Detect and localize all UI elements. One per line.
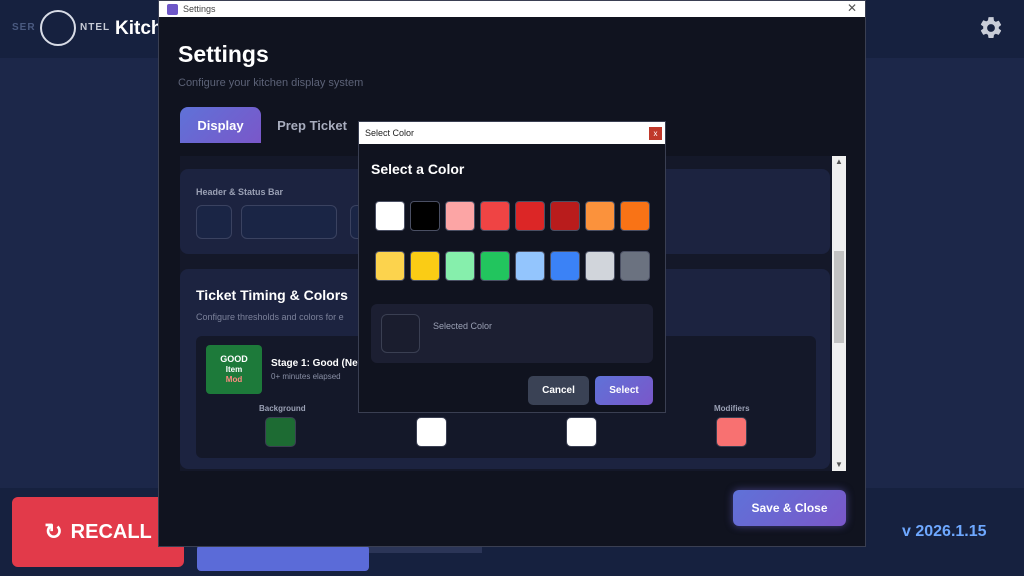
select-color-dialog: Select Color x Select a Color Selected C… [358,121,666,413]
window-title: Settings [183,4,216,14]
color-swatch[interactable] [375,201,405,231]
color-swatch[interactable] [515,251,545,281]
scrollbar-thumb[interactable] [834,251,844,343]
color-swatch[interactable] [375,251,405,281]
modifiers-color-swatch[interactable] [716,417,747,447]
scrollbar[interactable]: ▲ ▼ [832,156,846,471]
tab-display[interactable]: Display [180,107,261,143]
app-icon [167,3,178,15]
preview-status: GOOD [220,354,248,364]
color-swatch[interactable] [480,251,510,281]
card-label: Header & Status Bar [196,187,284,197]
footer-button[interactable] [197,545,369,571]
color-swatch[interactable] [445,201,475,231]
color-swatch[interactable] [585,251,615,281]
color-swatch[interactable] [196,205,232,239]
dialog-heading: Select a Color [371,161,465,177]
color-swatch[interactable] [241,205,337,239]
color-swatch[interactable] [620,201,650,231]
select-button[interactable]: Select [595,376,653,405]
stage-name: Stage 1: Good (Nev [271,358,364,369]
color-swatch[interactable] [515,201,545,231]
settings-titlebar: Settings ✕ [159,1,865,17]
refresh-icon: ↻ [44,519,63,544]
color-swatch[interactable] [550,251,580,281]
tab-prep-ticket[interactable]: Prep Ticket [269,107,355,143]
background-color-swatch[interactable] [265,417,296,447]
version-label: v 2026.1.15 [902,523,987,540]
color-swatch[interactable] [585,201,615,231]
stage-preview: GOOD Item Mod [206,345,262,394]
text-color-swatch[interactable] [416,417,447,447]
page-title: Settings [178,41,269,67]
color-swatch[interactable] [620,251,650,281]
logo-text: NTEL [80,22,111,33]
scroll-up-icon[interactable]: ▲ [832,156,846,168]
gear-icon[interactable] [978,15,1004,41]
color-swatch[interactable] [445,251,475,281]
globe-logo-icon [40,10,76,46]
color-swatch[interactable] [410,251,440,281]
selected-color-label: Selected Color [433,321,493,331]
card-title: Ticket Timing & Colors [196,287,348,303]
save-close-button[interactable]: Save & Close [733,490,846,526]
color-swatch[interactable] [550,201,580,231]
dialog-title: Select Color [365,128,415,138]
dialog-titlebar: Select Color x [359,122,665,144]
scroll-down-icon[interactable]: ▼ [832,459,846,471]
preview-mod: Mod [225,375,243,384]
logo-text: SER [12,22,36,33]
app-title: Kitch [115,18,163,39]
recall-label: RECALL [70,520,152,543]
color-swatch[interactable] [410,201,440,231]
swatch-label-background: Background [259,404,306,413]
card-subtitle: Configure thresholds and colors for e [196,312,344,322]
color-swatch[interactable] [480,201,510,231]
selected-color-panel: Selected Color [371,304,653,363]
stage-elapsed: 0+ minutes elapsed [271,372,341,381]
cancel-button[interactable]: Cancel [528,376,589,405]
selected-color-preview [381,314,420,353]
page-subtitle: Configure your kitchen display system [178,77,364,89]
close-icon[interactable]: ✕ [847,1,857,15]
swatch-label-modifiers: Modifiers [714,404,750,413]
item-color-swatch[interactable] [566,417,597,447]
close-button[interactable]: x [649,127,662,140]
preview-item: Item [225,365,243,374]
